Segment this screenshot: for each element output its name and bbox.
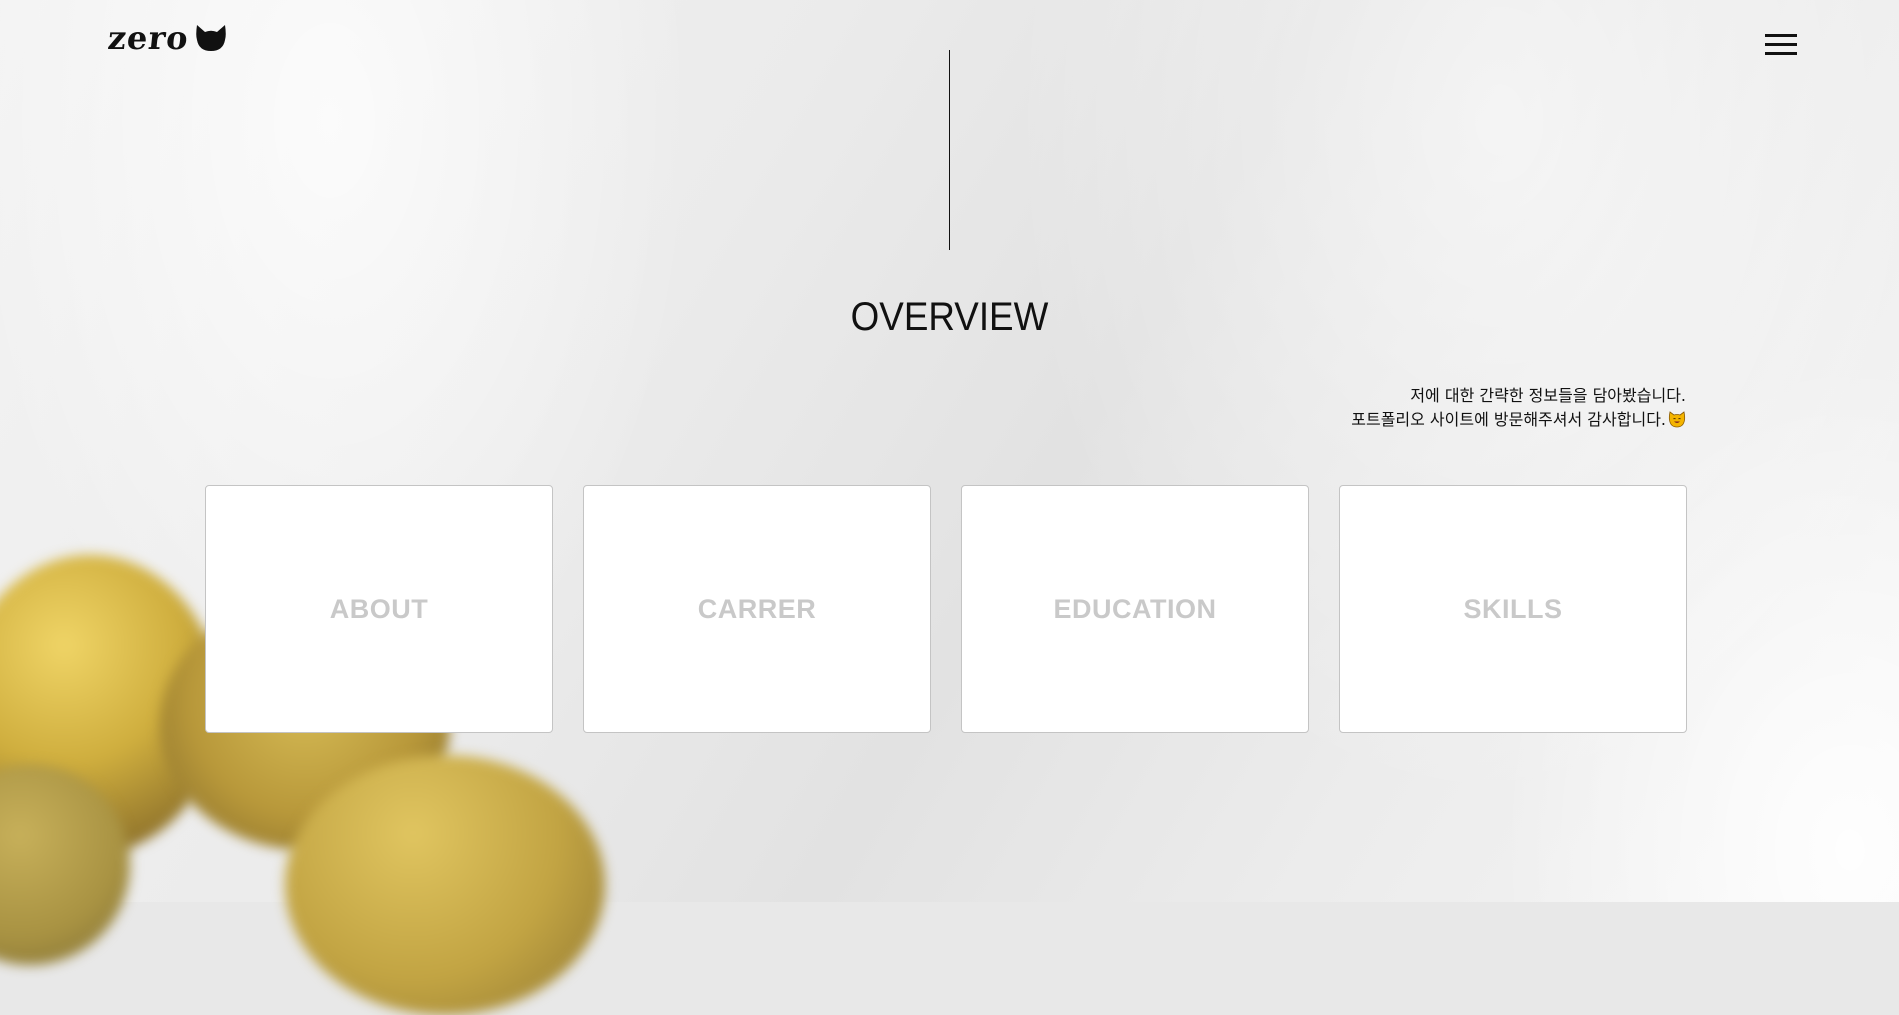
card-label: EDUCATION [1053,593,1217,624]
card-education[interactable]: EDUCATION [961,485,1309,733]
intro-line-2: 포트폴리오 사이트에 방문해주셔서 감사합니다. [1351,408,1686,432]
card-label: SKILLS [1463,593,1563,624]
hamburger-menu-icon[interactable] [1765,34,1797,58]
decorative-sphere [285,755,605,1015]
card-about[interactable]: ABOUT [205,485,553,733]
card-label: ABOUT [329,593,429,624]
vertical-divider [949,50,950,250]
logo-text: zero [106,19,191,57]
intro-line-2-text: 포트폴리오 사이트에 방문해주셔서 감사합니다. [1351,410,1666,429]
intro-line-1: 저에 대한 간략한 정보들을 담아봤습니다. [1410,386,1686,405]
card-skills[interactable]: SKILLS [1339,485,1687,733]
cat-head-icon [195,25,226,51]
overview-cards: ABOUT CARRER EDUCATION SKILLS [205,485,1687,733]
intro-text: 저에 대한 간략한 정보들을 담아봤습니다. 포트폴리오 사이트에 방문해주셔서… [1351,384,1686,432]
card-label: CARRER [697,593,817,624]
section-title: OVERVIEW [850,295,1049,339]
site-logo[interactable]: zero [106,19,227,57]
card-career[interactable]: CARRER [583,485,931,733]
smiling-cat-emoji-icon [1668,411,1686,428]
